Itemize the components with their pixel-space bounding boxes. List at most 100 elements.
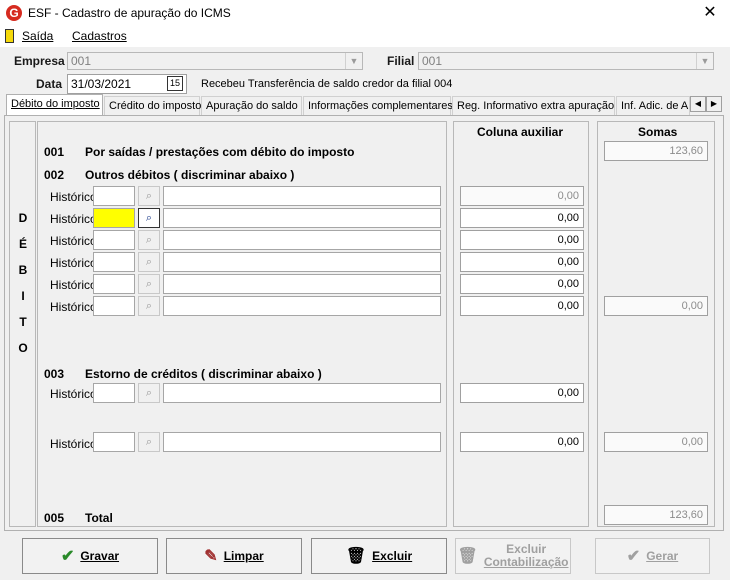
section-002-code: 002: [44, 168, 65, 182]
binoculars-icon[interactable]: ⌕: [138, 186, 160, 206]
binoculars-icon[interactable]: ⌕: [138, 432, 160, 452]
tab-debito[interactable]: Débito do imposto: [6, 94, 103, 116]
historico-label: Histórico: [50, 387, 97, 401]
coluna-auxiliar-group: [453, 121, 589, 527]
menu-cadastros[interactable]: Cadastros: [72, 29, 127, 43]
excluir-button[interactable]: 🗑 Excluir: [311, 538, 447, 574]
sum-002-field[interactable]: 0,00: [604, 296, 708, 316]
historico-label: Histórico: [50, 300, 97, 314]
historico-text-input[interactable]: [163, 296, 441, 316]
historico-code-input[interactable]: [93, 383, 135, 403]
historico-text-input[interactable]: [163, 432, 441, 452]
historico-code-input[interactable]: [93, 274, 135, 294]
excluir-contabilizacao-button[interactable]: 🗑 Excluir Contabilização: [455, 538, 571, 574]
side-letter: B: [18, 263, 28, 277]
gravar-button[interactable]: ✔ Gravar: [22, 538, 158, 574]
checkmark-icon: ✔: [626, 548, 641, 565]
aux-value-field[interactable]: 0,00: [460, 208, 584, 228]
section-001-code: 001: [44, 145, 65, 159]
binoculars-icon[interactable]: ⌕: [138, 296, 160, 316]
tab-apuracao[interactable]: Apuração do saldo: [201, 96, 302, 116]
side-letter: O: [18, 341, 28, 355]
limpar-label: Limpar: [223, 549, 264, 563]
broom-icon: ✎: [204, 548, 218, 565]
sum-001-field[interactable]: 123,60: [604, 141, 708, 161]
aux-value-field[interactable]: 0,00: [460, 432, 584, 452]
section-003-code: 003: [44, 367, 65, 381]
side-letter: I: [21, 289, 25, 303]
close-button[interactable]: ✕: [700, 3, 720, 23]
chevron-down-icon[interactable]: ▼: [696, 53, 713, 69]
aux-value-field[interactable]: 0,00: [460, 383, 584, 403]
chevron-down-icon[interactable]: ▼: [345, 53, 362, 69]
historico-code-input[interactable]: [93, 186, 135, 206]
binoculars-icon[interactable]: ⌕: [138, 252, 160, 272]
empresa-value: 001: [71, 54, 92, 68]
side-letter: É: [18, 237, 27, 251]
historico-code-input[interactable]: [93, 432, 135, 452]
tab-credito[interactable]: Crédito do imposto: [104, 96, 201, 116]
historico-text-input[interactable]: [163, 252, 441, 272]
gerar-button[interactable]: ✔ Gerar: [595, 538, 710, 574]
app-logo-icon: G: [6, 5, 22, 21]
binoculars-icon[interactable]: ⌕: [138, 383, 160, 403]
somas-header: Somas: [638, 125, 678, 139]
exit-door-icon: [5, 29, 14, 43]
sum-003-field[interactable]: 0,00: [604, 432, 708, 452]
sum-005-total-field[interactable]: 123,60: [604, 505, 708, 525]
transfer-note: Recebeu Transferência de saldo credor da…: [201, 78, 453, 90]
historico-label: Histórico: [50, 212, 97, 226]
binoculars-icon[interactable]: ⌕: [138, 274, 160, 294]
excluir-contab-line2: Contabilização: [483, 555, 569, 569]
historico-label: Histórico: [50, 437, 97, 451]
gravar-label: Gravar: [80, 549, 120, 563]
section-003-text: Estorno de créditos ( discriminar abaixo…: [85, 367, 322, 381]
section-005-code: 005: [44, 511, 65, 525]
checkmark-icon: ✔: [60, 548, 75, 565]
historico-text-input[interactable]: [163, 208, 441, 228]
filial-select[interactable]: 001 ▼: [418, 52, 714, 70]
section-002-text: Outros débitos ( discriminar abaixo ): [85, 168, 295, 182]
historico-text-input[interactable]: [163, 186, 441, 206]
tab-info-complementares[interactable]: Informações complementares: [303, 96, 453, 116]
aux-value-field[interactable]: 0,00: [460, 230, 584, 250]
historico-label: Histórico: [50, 234, 97, 248]
historico-code-input[interactable]: [93, 296, 135, 316]
binoculars-icon[interactable]: ⌕: [138, 230, 160, 250]
aux-value-field[interactable]: 0,00: [460, 274, 584, 294]
side-letter: T: [19, 315, 27, 329]
tab-scroll-left-icon[interactable]: ◀: [690, 96, 706, 112]
historico-label: Histórico: [50, 190, 97, 204]
historico-label: Histórico: [50, 256, 97, 270]
historico-code-input[interactable]: [93, 230, 135, 250]
tab-scroll-right-icon[interactable]: ▶: [706, 96, 722, 112]
excluir-contab-label: Excluir Contabilização: [484, 543, 569, 569]
excluir-label: Excluir: [372, 549, 413, 563]
coluna-auxiliar-header: Coluna auxiliar: [477, 125, 564, 139]
window-title: ESF - Cadastro de apuração do ICMS: [28, 6, 231, 20]
calendar-icon[interactable]: 15: [167, 76, 183, 91]
section-005-text: Total: [85, 511, 113, 525]
tab-inf-adic[interactable]: Inf. Adic. de A: [616, 96, 690, 116]
binoculars-icon[interactable]: ⌕: [138, 208, 160, 228]
filial-value: 001: [422, 54, 443, 68]
historico-text-input[interactable]: [163, 274, 441, 294]
data-label: Data: [36, 77, 63, 91]
gerar-label: Gerar: [646, 549, 679, 563]
menu-saida[interactable]: Saída: [22, 29, 53, 43]
tab-reg-informativo[interactable]: Reg. Informativo extra apuração: [452, 96, 615, 116]
aux-value-field[interactable]: 0,00: [460, 186, 584, 206]
empresa-select[interactable]: 001 ▼: [67, 52, 363, 70]
trash-icon: 🗑: [345, 548, 367, 565]
aux-value-field[interactable]: 0,00: [460, 296, 584, 316]
side-letter: D: [18, 211, 28, 225]
historico-text-input[interactable]: [163, 383, 441, 403]
somas-group: [597, 121, 715, 527]
aux-value-field[interactable]: 0,00: [460, 252, 584, 272]
limpar-button[interactable]: ✎ Limpar: [166, 538, 302, 574]
section-001-text: Por saídas / prestações com débito do im…: [85, 145, 355, 159]
historico-code-input[interactable]: [93, 252, 135, 272]
historico-text-input[interactable]: [163, 230, 441, 250]
trash-icon: 🗑: [457, 548, 478, 565]
historico-code-input-focused[interactable]: [93, 208, 135, 228]
